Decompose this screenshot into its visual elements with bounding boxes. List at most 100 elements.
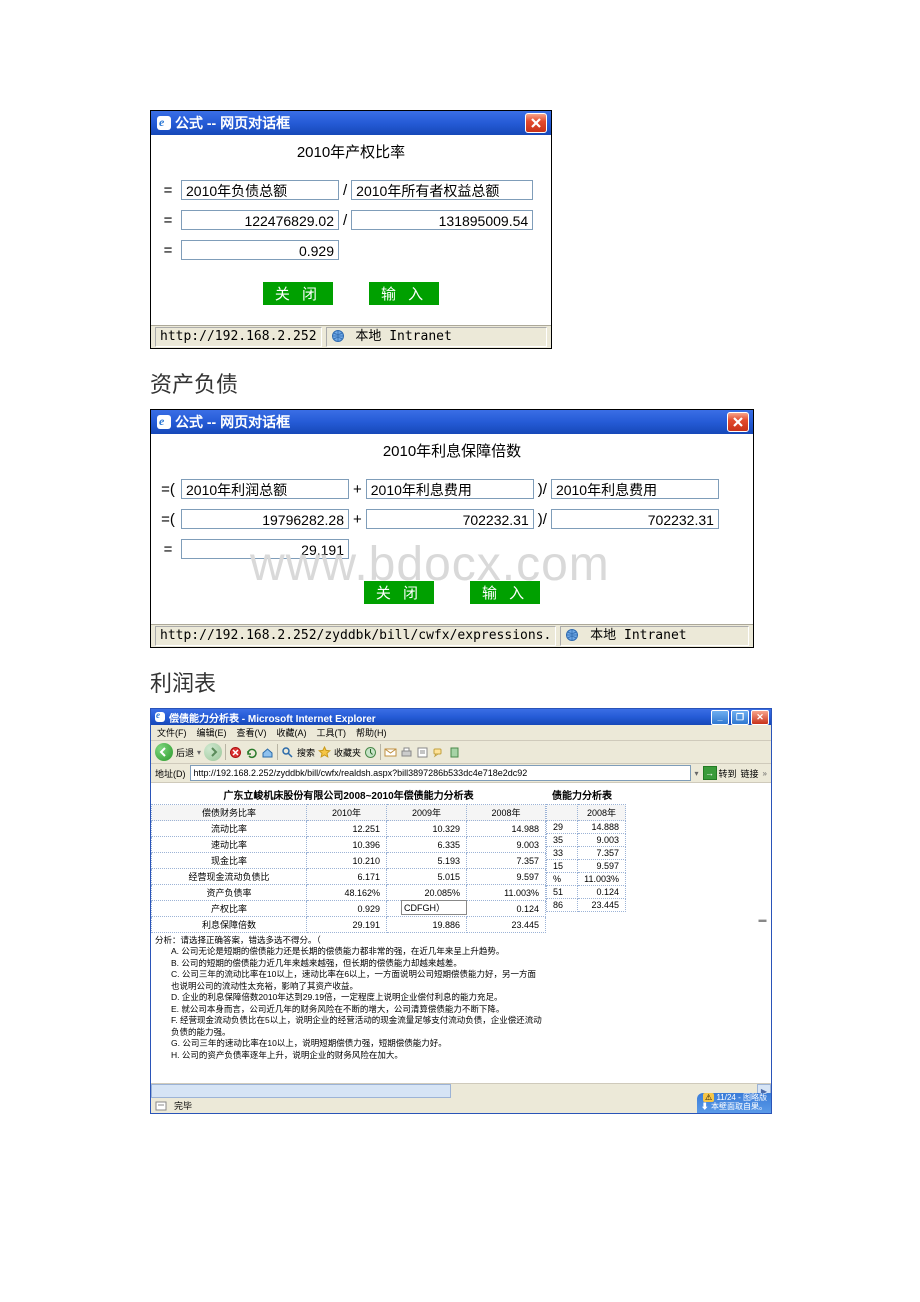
analysis-option[interactable]: D. 企业的利息保障倍数2010年达到29.19倍，一定程度上说明企业偿付利息的… xyxy=(171,992,542,1003)
operand-a-label[interactable]: 2010年负债总额 xyxy=(181,180,339,200)
operand-a-label[interactable]: 2010年利润总额 xyxy=(181,479,349,499)
menu-edit[interactable]: 编辑(E) xyxy=(197,726,227,739)
equals: = xyxy=(159,212,177,229)
result-value[interactable]: 29.191 xyxy=(181,539,349,559)
stub-cell: % xyxy=(547,873,578,886)
go-button[interactable]: → 转到 xyxy=(703,766,737,780)
tray-text2: 本壁面取自果。 xyxy=(711,1102,767,1111)
table-row: 流动比率12.25110.32914.988 xyxy=(152,821,546,837)
value-cell: 19.886 xyxy=(387,917,467,933)
minimize-icon[interactable]: _ xyxy=(711,710,729,725)
titlebar[interactable]: 公式 -- 网页对话框 xyxy=(151,111,551,135)
ie-icon xyxy=(157,415,171,429)
search-label[interactable]: 搜索 xyxy=(297,746,315,759)
menu-fav[interactable]: 收藏(A) xyxy=(277,726,307,739)
analysis-option[interactable]: F. 经营现金流动负债比在5以上，说明企业的经营活动的现金流量足够支付流动负债，… xyxy=(171,1015,542,1038)
close-button[interactable]: 关 闭 xyxy=(263,282,333,305)
menu-bar[interactable]: 文件(F) 编辑(E) 查看(V) 收藏(A) 工具(T) 帮助(H) xyxy=(151,725,771,741)
analysis-option[interactable]: G. 公司三年的速动比率在10以上，说明短期偿债力强，短期偿债能力好。 xyxy=(171,1038,542,1049)
links-label[interactable]: 链接 xyxy=(741,767,759,780)
close-icon[interactable] xyxy=(525,113,547,133)
metric-cell: 资产负债率 xyxy=(152,885,307,901)
operand-b-value[interactable]: 702232.31 xyxy=(366,509,534,529)
stub-cell: 15 xyxy=(547,860,578,873)
back-icon[interactable] xyxy=(155,743,173,761)
value-cell: 10.396 xyxy=(307,837,387,853)
operand-a-value[interactable]: 19796282.28 xyxy=(181,509,349,529)
edit-icon[interactable] xyxy=(416,746,429,759)
zone-label: 本地 Intranet xyxy=(590,628,686,643)
close-icon[interactable]: ✕ xyxy=(751,710,769,725)
window-title: 偿债能力分析表 - Microsoft Internet Explorer xyxy=(169,710,376,725)
browser-status-bar: 完毕 xyxy=(151,1098,771,1113)
metric-cell: 流动比率 xyxy=(152,821,307,837)
operand-b-value[interactable]: 131895009.54 xyxy=(351,210,533,230)
analysis-option[interactable]: H. 公司的资产负债率逐年上升，说明企业的财务风险在加大。 xyxy=(171,1050,542,1061)
value-cell: 20.085% xyxy=(387,885,467,901)
right-col-2008: 2008年 xyxy=(578,805,626,821)
mail-icon[interactable] xyxy=(384,746,397,759)
value-cell: 11.003% xyxy=(467,885,546,901)
menu-file[interactable]: 文件(F) xyxy=(157,726,187,739)
ie-icon xyxy=(155,712,165,722)
menu-help[interactable]: 帮助(H) xyxy=(356,726,387,739)
favorites-icon[interactable] xyxy=(318,746,331,759)
research-icon[interactable] xyxy=(448,746,461,759)
answer-overlay[interactable]: CDFGH） xyxy=(401,900,467,915)
menu-view[interactable]: 查看(V) xyxy=(237,726,267,739)
scrollbar-thumb[interactable] xyxy=(151,1084,451,1098)
analysis-block: 分析：请选择正确答案，错选多选不得分。（ A. 公司无论是短期的偿债能力还是长期… xyxy=(151,933,546,1063)
zone-label: 本地 Intranet xyxy=(355,329,451,344)
page-fold-marker: ▬ xyxy=(758,915,767,924)
history-icon[interactable] xyxy=(364,746,377,759)
value-cell: 9.597 xyxy=(578,860,626,873)
browser-content: 广东立峻机床股份有限公司2008~2010年偿债能力分析表 偿债财务比率 201… xyxy=(151,783,771,1083)
value-cell: 9.003 xyxy=(578,834,626,847)
result-value[interactable]: 0.929 xyxy=(181,240,339,260)
intranet-zone-icon xyxy=(331,329,345,343)
suffix: )/ xyxy=(538,511,547,528)
close-icon[interactable] xyxy=(727,412,749,432)
favorites-label[interactable]: 收藏夹 xyxy=(334,746,361,759)
metric-cell: 速动比率 xyxy=(152,837,307,853)
operand-c-value[interactable]: 702232.31 xyxy=(551,509,719,529)
value-cell: 23.445 xyxy=(467,917,546,933)
table-row: 速动比率10.3966.3359.003 xyxy=(152,837,546,853)
horizontal-scrollbar[interactable]: ▶ xyxy=(151,1083,771,1098)
table-header-row: 偿债财务比率 2010年 2009年 2008年 xyxy=(152,805,546,821)
operator: / xyxy=(343,182,347,199)
stop-icon[interactable] xyxy=(229,746,242,759)
maximize-icon[interactable]: ❐ xyxy=(731,710,749,725)
suffix: )/ xyxy=(538,481,547,498)
analysis-option[interactable]: A. 公司无论是短期的偿债能力还是长期的偿债能力都非常的强，在近几年来呈上升趋势… xyxy=(171,946,542,957)
operator: / xyxy=(343,212,347,229)
operand-b-label[interactable]: 2010年利息费用 xyxy=(366,479,534,499)
operand-a-value[interactable]: 122476829.02 xyxy=(181,210,339,230)
operand-b-label[interactable]: 2010年所有者权益总额 xyxy=(351,180,533,200)
discuss-icon[interactable] xyxy=(432,746,445,759)
analysis-option[interactable]: B. 公司的短期的偿债能力近几年来越来越强，但长期的偿债能力却越来越差。 xyxy=(171,958,542,969)
solvency-table: 偿债财务比率 2010年 2009年 2008年 流动比率12.25110.32… xyxy=(151,804,546,933)
refresh-icon[interactable] xyxy=(245,746,258,759)
analysis-option[interactable]: E. 就公司本身而言，公司近几年的财务风险在不断的增大，公司清算偿债能力不断下降… xyxy=(171,1004,542,1015)
menu-tools[interactable]: 工具(T) xyxy=(317,726,347,739)
table-row: 2914.888 xyxy=(547,821,626,834)
close-button[interactable]: 关 闭 xyxy=(364,581,434,604)
print-icon[interactable] xyxy=(400,746,413,759)
enter-button[interactable]: 输 入 xyxy=(369,282,439,305)
search-icon[interactable] xyxy=(281,746,294,759)
home-icon[interactable] xyxy=(261,746,274,759)
dialog-body: 2010年产权比率 = 2010年负债总额 / 2010年所有者权益总额 = 1… xyxy=(151,135,551,325)
forward-icon[interactable] xyxy=(204,743,222,761)
status-url: http://192.168.2.252/zyddbk/bill/cwfx/ex… xyxy=(155,626,556,646)
back-label[interactable]: 后退 xyxy=(176,746,194,759)
browser-titlebar[interactable]: 偿债能力分析表 - Microsoft Internet Explorer _ … xyxy=(151,709,771,725)
analysis-option[interactable]: C. 公司三年的流动比率在10以上，速动比率在6以上，一方面说明公司短期偿债能力… xyxy=(171,969,542,992)
address-input[interactable]: http://192.168.2.252/zyddbk/bill/cwfx/re… xyxy=(190,765,691,781)
table-row: 359.003 xyxy=(547,834,626,847)
stub-cell: 33 xyxy=(547,847,578,860)
titlebar[interactable]: 公式 -- 网页对话框 xyxy=(151,410,753,434)
operand-c-label[interactable]: 2010年利息费用 xyxy=(551,479,719,499)
formula-dialog-1: 公式 -- 网页对话框 2010年产权比率 = 2010年负债总额 / 2010… xyxy=(150,110,552,349)
enter-button[interactable]: 输 入 xyxy=(470,581,540,604)
